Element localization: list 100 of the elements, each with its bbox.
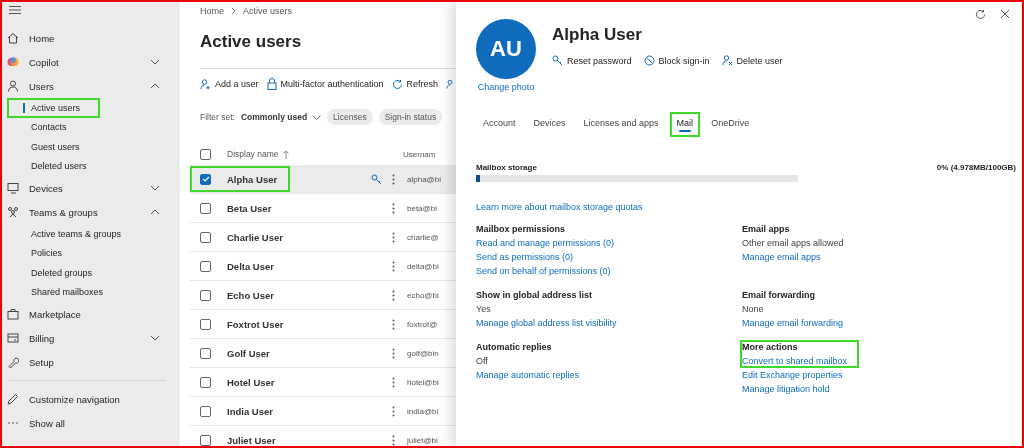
person-icon[interactable] xyxy=(446,78,456,90)
user-name[interactable]: Echo User xyxy=(227,289,274,301)
tab[interactable]: Mail xyxy=(669,112,701,137)
tab[interactable]: Account xyxy=(476,112,523,137)
checkbox[interactable] xyxy=(200,173,211,185)
more-icon[interactable] xyxy=(392,260,395,272)
chevron-icon xyxy=(231,7,236,15)
table-row[interactable]: Hotel User hotel@bi xyxy=(190,368,456,397)
more-icon[interactable] xyxy=(392,173,395,185)
tab[interactable]: Devices xyxy=(526,112,573,137)
user-name[interactable]: Beta User xyxy=(227,202,272,214)
nav-subitem[interactable]: Policies xyxy=(7,243,82,263)
table-row[interactable]: Charlie User charlie@ xyxy=(190,223,456,252)
nav-item[interactable]: Devices xyxy=(7,176,180,200)
nav-subitem[interactable]: Shared mailboxes xyxy=(7,282,124,302)
more-icon[interactable] xyxy=(392,231,395,243)
checkbox[interactable] xyxy=(200,318,211,330)
user-name[interactable]: Charlie User xyxy=(227,231,283,243)
action-button[interactable]: Block sign-in xyxy=(643,55,710,66)
section-link[interactable]: Manage automatic replies xyxy=(476,370,742,380)
more-icon[interactable] xyxy=(392,202,395,214)
column-header[interactable]: Usernam xyxy=(403,149,436,159)
user-name[interactable]: Golf User xyxy=(227,347,270,359)
table-cell: echo@bi xyxy=(407,290,439,300)
checkbox[interactable] xyxy=(200,405,211,417)
close-icon[interactable] xyxy=(1000,9,1010,19)
filter-chip[interactable]: Licenses xyxy=(327,109,373,125)
nav-subitem[interactable]: Guest users xyxy=(7,137,100,157)
menu-icon[interactable] xyxy=(9,6,21,14)
more-icon[interactable] xyxy=(392,347,395,359)
more-icon[interactable] xyxy=(392,289,395,301)
table-row[interactable]: Beta User beta@bi xyxy=(190,194,456,223)
user-name[interactable]: Juliet User xyxy=(227,434,276,446)
section-link[interactable]: Send as permissions (0) xyxy=(476,252,742,262)
nav-item[interactable]: Copilot xyxy=(7,50,180,74)
more-icon[interactable] xyxy=(392,434,395,446)
table-row[interactable]: Echo User echo@bi xyxy=(190,281,456,310)
toolbar-button[interactable]: Add a user xyxy=(200,78,259,90)
action-button[interactable]: Reset password xyxy=(552,55,632,66)
table-row[interactable]: Juliet User juliet@bi xyxy=(190,426,456,446)
nav-subitem[interactable]: Active teams & groups xyxy=(7,224,142,244)
toolbar-button[interactable]: Multi-factor authentication xyxy=(266,78,384,90)
nav-item[interactable]: Billing xyxy=(7,326,180,350)
nav-subitem[interactable]: Deleted users xyxy=(7,156,107,176)
change-photo-link[interactable]: Change photo xyxy=(477,82,535,92)
section-link[interactable]: Manage email apps xyxy=(742,252,1002,262)
nav-item[interactable]: Setup xyxy=(7,350,180,374)
table-row[interactable]: India User india@bi xyxy=(190,397,456,426)
table-row[interactable]: Delta User delta@bi xyxy=(190,252,456,281)
section-link[interactable]: Manage litigation hold xyxy=(742,384,1002,394)
toolbar-button[interactable]: Refresh xyxy=(391,78,439,90)
action-button[interactable]: Delete user xyxy=(721,55,783,66)
filter-dropdown[interactable]: Commonly used xyxy=(240,112,322,122)
section-link[interactable]: Manage global address list visibility xyxy=(476,318,742,328)
section-link[interactable]: Manage email forwarding xyxy=(742,318,1002,328)
tab[interactable]: OneDrive xyxy=(704,112,757,137)
nav-item[interactable]: Home xyxy=(7,26,180,50)
filter-chip[interactable]: Sign-in status xyxy=(378,109,443,125)
checkbox[interactable] xyxy=(200,289,211,301)
refresh-icon[interactable] xyxy=(975,9,986,20)
nav-item[interactable]: Marketplace xyxy=(7,302,180,326)
checkbox[interactable] xyxy=(200,202,211,214)
more-icon[interactable] xyxy=(392,318,395,330)
checkbox[interactable] xyxy=(200,376,211,388)
section-value: Yes xyxy=(476,304,492,314)
pencil-icon xyxy=(7,393,19,405)
column-header[interactable]: Display name xyxy=(227,149,403,159)
nav-subitem[interactable]: Deleted groups xyxy=(7,263,113,283)
more-icon[interactable] xyxy=(392,376,395,388)
section-link[interactable]: Send on behalf of permissions (0) xyxy=(476,266,742,276)
nav-subitem[interactable]: Contacts xyxy=(7,117,87,137)
table-row[interactable]: Golf User golf@bin xyxy=(190,339,456,368)
more-icon[interactable] xyxy=(392,405,395,417)
user-name[interactable]: Hotel User xyxy=(227,376,275,388)
checkbox[interactable] xyxy=(200,260,211,272)
learn-more-link[interactable]: Learn more about mailbox storage quotas xyxy=(476,202,1016,212)
checkbox[interactable] xyxy=(200,148,211,160)
section-link[interactable]: Edit Exchange properties xyxy=(742,370,1002,380)
user-name[interactable]: Foxtrot User xyxy=(227,318,284,330)
key-icon[interactable] xyxy=(371,173,382,185)
tab[interactable]: Licenses and apps xyxy=(576,112,666,137)
nav-item[interactable]: Show all xyxy=(7,411,180,435)
nav-item[interactable]: Users xyxy=(7,74,180,98)
section-link[interactable]: Read and manage permissions (0) xyxy=(476,238,742,248)
checkbox[interactable] xyxy=(200,231,211,243)
checkbox[interactable] xyxy=(200,434,211,446)
table-row[interactable]: Foxtrot User foxtrot@ xyxy=(190,310,456,339)
nav-subitem[interactable]: Active users xyxy=(7,98,101,118)
nav-item[interactable]: Teams & groups xyxy=(7,200,180,224)
user-name[interactable]: India User xyxy=(227,405,273,417)
remove-person-icon xyxy=(721,55,733,66)
table-cell: alpha@bi xyxy=(407,174,441,184)
page-title: Active users xyxy=(200,32,303,53)
checkbox[interactable] xyxy=(200,347,211,359)
add-person-icon xyxy=(200,78,211,90)
table-row[interactable]: Alpha User alpha@bi xyxy=(190,165,456,194)
breadcrumb-link[interactable]: Home xyxy=(200,6,224,16)
user-name[interactable]: Delta User xyxy=(227,260,274,272)
section-link[interactable]: Convert to shared mailbox xyxy=(742,356,848,366)
nav-item[interactable]: Customize navigation xyxy=(7,387,180,411)
